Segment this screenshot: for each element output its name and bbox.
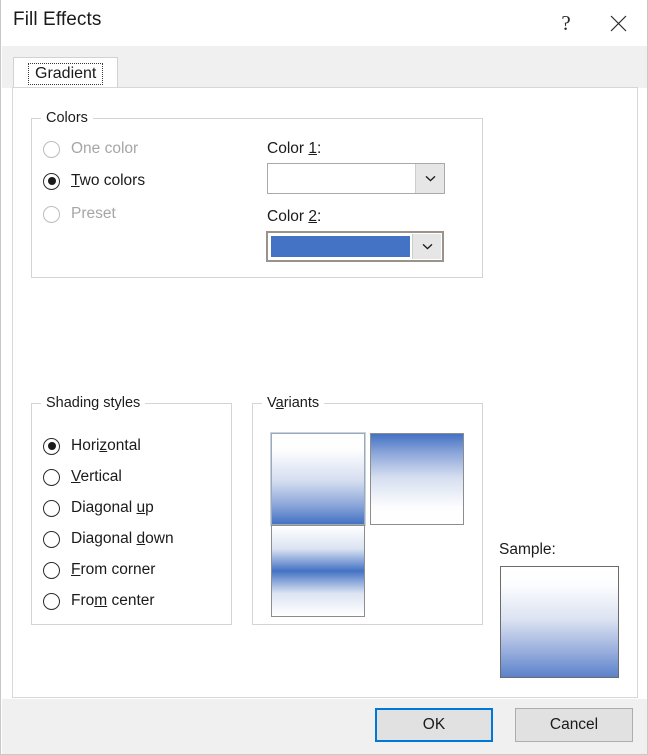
- radio-diagonal-up-indicator: [43, 499, 60, 517]
- radio-diagonal-up[interactable]: Diagonal up: [43, 499, 154, 517]
- radio-from-center-label: From center: [71, 592, 155, 609]
- chevron-down-icon: [425, 175, 435, 182]
- chevron-down-icon: [422, 243, 432, 250]
- radio-vertical-label: Vertical: [71, 468, 122, 485]
- radio-preset[interactable]: Preset: [43, 205, 116, 223]
- radio-two-colors[interactable]: Two colors: [43, 172, 145, 190]
- tab-strip: Gradient: [2, 46, 647, 89]
- radio-diagonal-up-label: Diagonal up: [71, 499, 154, 516]
- radio-two-colors-indicator: [43, 172, 60, 190]
- radio-preset-label: Preset: [71, 205, 116, 222]
- radio-one-color-label: One color: [71, 140, 139, 157]
- cancel-button[interactable]: Cancel: [515, 708, 633, 742]
- radio-from-center-indicator: [43, 592, 60, 610]
- radio-vertical[interactable]: Vertical: [43, 468, 122, 486]
- radio-from-corner-label: From corner: [71, 561, 156, 578]
- sample-label: Sample:: [499, 541, 556, 558]
- variant-option-2[interactable]: [370, 433, 464, 525]
- color2-swatch: [271, 236, 410, 257]
- color1-dropdown-arrow[interactable]: [415, 164, 444, 193]
- tab-gradient-label: Gradient: [28, 62, 104, 85]
- radio-two-colors-label: Two colors: [71, 172, 146, 189]
- close-button[interactable]: [595, 0, 641, 46]
- radio-vertical-indicator: [43, 468, 60, 486]
- color1-label: Color 1:: [267, 140, 322, 157]
- sample-preview: [500, 566, 619, 678]
- color2-dropdown[interactable]: [266, 231, 444, 262]
- variant-option-1[interactable]: [270, 432, 366, 526]
- close-icon: [610, 15, 626, 31]
- fill-effects-dialog: Fill Effects ? Gradient Colors One color…: [0, 0, 648, 755]
- radio-diagonal-down[interactable]: Diagonal down: [43, 530, 174, 548]
- radio-one-color[interactable]: One color: [43, 140, 138, 158]
- radio-horizontal[interactable]: Horizontal: [43, 437, 141, 455]
- color1-dropdown[interactable]: [267, 163, 445, 194]
- radio-horizontal-indicator: [43, 437, 60, 455]
- shading-styles-group-title: Shading styles: [41, 395, 146, 411]
- ok-button[interactable]: OK: [375, 708, 493, 742]
- question-mark-icon: ?: [561, 10, 571, 35]
- radio-from-center[interactable]: From center: [43, 592, 155, 610]
- variants-group-title: Variants: [262, 395, 325, 411]
- radio-from-corner[interactable]: From corner: [43, 561, 155, 579]
- window-title: Fill Effects: [13, 9, 102, 30]
- tab-gradient[interactable]: Gradient: [13, 57, 119, 89]
- radio-one-color-indicator: [43, 140, 60, 158]
- color1-swatch: [270, 166, 413, 191]
- help-button[interactable]: ?: [543, 0, 589, 46]
- radio-from-corner-indicator: [43, 561, 60, 579]
- radio-diagonal-down-indicator: [43, 530, 60, 548]
- title-bar: Fill Effects ?: [1, 0, 647, 46]
- colors-group-title: Colors: [41, 110, 93, 126]
- radio-diagonal-down-label: Diagonal down: [71, 530, 174, 547]
- variant-option-3[interactable]: [271, 525, 365, 617]
- radio-horizontal-label: Horizontal: [71, 437, 141, 454]
- color2-dropdown-arrow[interactable]: [412, 234, 441, 259]
- color2-label: Color 2:: [267, 208, 322, 225]
- radio-preset-indicator: [43, 205, 60, 223]
